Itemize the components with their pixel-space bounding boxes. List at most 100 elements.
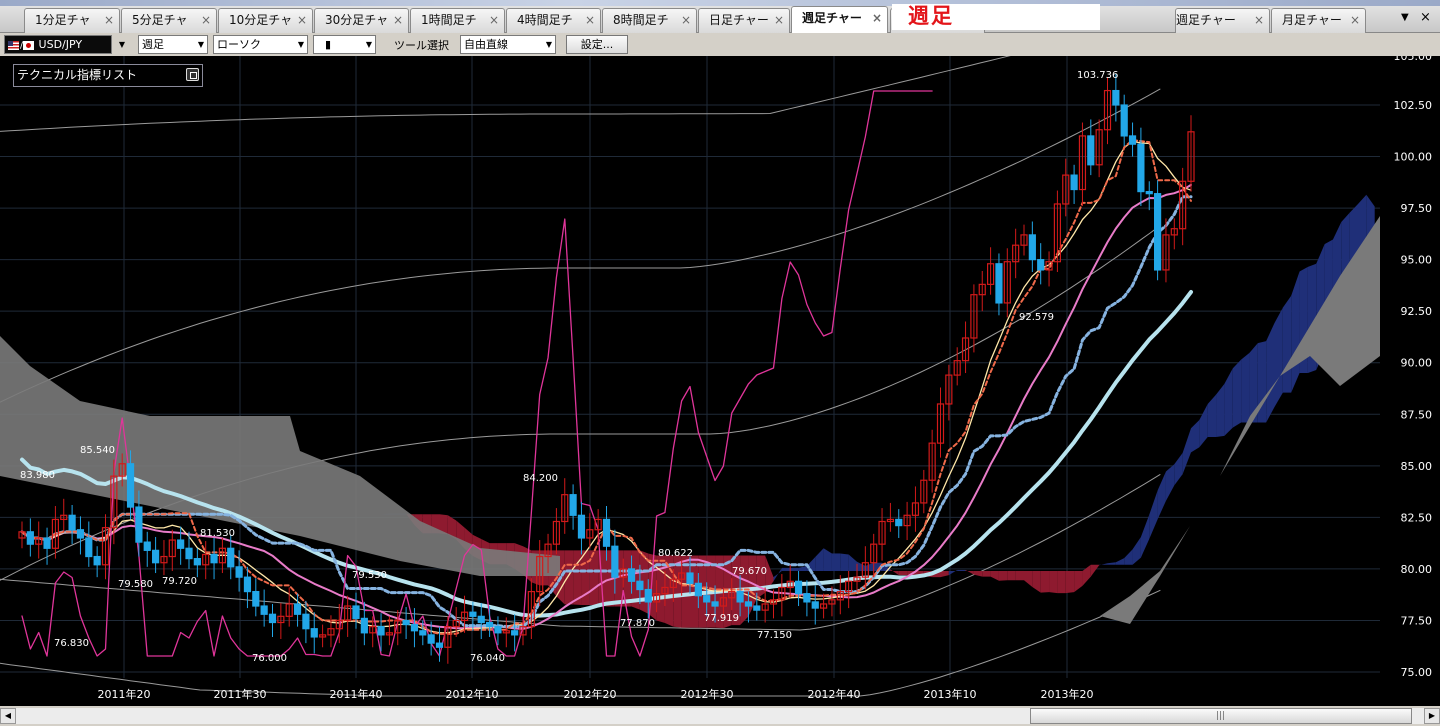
candle-body — [753, 605, 761, 611]
candle-body — [1153, 193, 1162, 271]
candle-body — [736, 590, 744, 603]
cloud-segment — [1199, 403, 1208, 448]
tab-10[interactable]: 週足チャー × — [1175, 8, 1270, 33]
candle-body — [177, 539, 185, 549]
drawing-tool-select[interactable]: 自由直線 ▼ — [460, 35, 556, 54]
scroll-thumb[interactable] — [1030, 708, 1412, 724]
chevron-down-icon: ▼ — [297, 40, 304, 49]
tab-list-dropdown-icon[interactable]: ▼ — [1401, 12, 1409, 23]
y-tick-label: 80.00 — [1401, 563, 1433, 576]
candle-body — [1128, 135, 1137, 145]
candle-body — [1028, 234, 1036, 261]
cloud-segment — [1107, 562, 1116, 565]
cloud-segment — [773, 567, 782, 582]
horizontal-scrollbar[interactable]: ◀ ▶ — [0, 706, 1440, 726]
candle-body — [644, 588, 652, 603]
candle-body — [636, 580, 644, 591]
tab-3[interactable]: 30分足チャ × — [314, 8, 409, 33]
price-annotation: 77.870 — [620, 618, 655, 629]
price-annotation: 83.980 — [20, 470, 55, 481]
tab-1[interactable]: 5分足チャ × — [121, 8, 217, 33]
tab-11[interactable]: 月足チャー × — [1271, 8, 1366, 33]
tab-close-icon[interactable]: × — [104, 9, 114, 32]
cloud-segment — [865, 562, 874, 571]
tab-close-icon[interactable]: × — [297, 9, 307, 32]
tab-close-icon[interactable]: × — [774, 9, 784, 32]
price-chart[interactable]: 75.00 77.50 80.00 82.50 85.00 87.50 90.00 92.50… — [0, 56, 1440, 706]
cloud-segment — [1282, 295, 1292, 393]
cloud-segment — [840, 553, 849, 571]
tab-close-icon[interactable]: × — [585, 9, 595, 32]
chart-style-value: ローソク — [217, 38, 261, 51]
close-icon[interactable]: × — [1420, 10, 1431, 25]
x-tick-label: 2013年20 — [1041, 687, 1094, 701]
drawing-tool-value: 自由直線 — [464, 38, 508, 51]
tab-label: 10分足チャ — [229, 13, 293, 27]
cloud-segment — [965, 569, 974, 575]
marker-select[interactable]: ▮ ▼ — [313, 35, 376, 54]
scroll-right-icon[interactable]: ▶ — [1424, 708, 1440, 724]
tab-8[interactable]: 週足チャー × — [791, 6, 888, 33]
cloud-segment — [1224, 368, 1233, 436]
chevron-down-icon: ▼ — [365, 40, 372, 49]
tab-close-icon[interactable]: × — [489, 9, 499, 32]
y-tick-label: 100.00 — [1394, 151, 1433, 164]
tab-close-icon[interactable]: × — [1350, 9, 1360, 32]
period-select[interactable]: 週足 ▼ — [138, 35, 208, 54]
tab-close-icon[interactable]: × — [393, 9, 403, 32]
candle-body — [402, 619, 410, 626]
cloud-segment — [1216, 383, 1225, 437]
tab-6[interactable]: 8時間足チ × — [602, 8, 697, 33]
tab-label: 8時間足チ — [613, 13, 669, 27]
price-annotation: 103.736 — [1077, 70, 1118, 81]
tab-7[interactable]: 日足チャー × — [698, 8, 790, 33]
cloud-segment — [940, 570, 949, 578]
tab-label: 週足チャー — [1176, 13, 1236, 27]
cloud-segment — [1182, 428, 1191, 475]
tab-label: 30分足チャ — [325, 13, 389, 27]
chart-style-select[interactable]: ローソク ▼ — [213, 35, 308, 54]
scroll-left-icon[interactable]: ◀ — [0, 708, 16, 724]
candle-body — [602, 518, 611, 547]
tab-close-icon[interactable]: × — [872, 7, 882, 30]
cloud-segment — [1140, 514, 1150, 558]
chevron-down-icon: ▼ — [197, 40, 204, 49]
tab-bar: 1分足チャ × 5分足チャ × 10分足チャ × 30分足チャ × 1時間足チ × 4時間足チ × 8時… — [0, 0, 1440, 33]
tab-label: 日足チャー — [709, 13, 769, 27]
candle-body — [469, 611, 477, 617]
tab-4[interactable]: 1時間足チ × — [410, 8, 505, 33]
technical-indicator-list[interactable]: テクニカル指標リスト — [13, 64, 203, 87]
cloud-segment — [1049, 570, 1058, 594]
cloud-segment — [1165, 464, 1175, 501]
tab-2[interactable]: 10分足チャ × — [218, 8, 313, 33]
tab-close-icon[interactable]: × — [681, 9, 691, 32]
price-annotation: 92.579 — [1019, 312, 1054, 323]
cloud-segment — [564, 550, 574, 605]
y-tick-label: 87.50 — [1401, 408, 1433, 421]
candle-body — [995, 263, 1003, 304]
x-tick-label: 2012年40 — [808, 687, 861, 701]
candle-body — [1145, 190, 1153, 195]
tab-5[interactable]: 4時間足チ × — [506, 8, 601, 33]
candle-body — [410, 623, 419, 632]
candle-body — [93, 555, 101, 566]
tab-0[interactable]: 1分足チャ × — [24, 8, 120, 33]
x-tick-label: 2011年30 — [214, 687, 267, 701]
price-annotation: 80.622 — [658, 548, 693, 559]
symbol-select[interactable]: / USD/JPY ▼ — [4, 35, 125, 54]
envelope-band-1 — [0, 88, 1161, 403]
window-top-border — [0, 0, 1440, 6]
candle-body — [268, 613, 277, 624]
chart-svg[interactable]: 75.00 77.50 80.00 82.50 85.00 87.50 90.00 92.50… — [0, 56, 1440, 706]
candle-body — [227, 547, 235, 568]
price-annotation: 76.040 — [470, 653, 505, 664]
cloud-segment — [1024, 570, 1033, 587]
price-annotation: 76.000 — [252, 653, 287, 664]
tab-label: 1時間足チ — [421, 13, 477, 27]
settings-button[interactable]: 設定... — [566, 35, 628, 54]
candle-body — [76, 529, 85, 539]
chart-toolbar: / USD/JPY ▼ 週足 ▼ ローソク ▼ ▮ ▼ ツール選択 自由直線 ▼… — [0, 33, 1440, 56]
tab-close-icon[interactable]: × — [201, 9, 211, 32]
tab-close-icon[interactable]: × — [1254, 9, 1264, 32]
panel-toggle-icon[interactable] — [186, 68, 199, 81]
